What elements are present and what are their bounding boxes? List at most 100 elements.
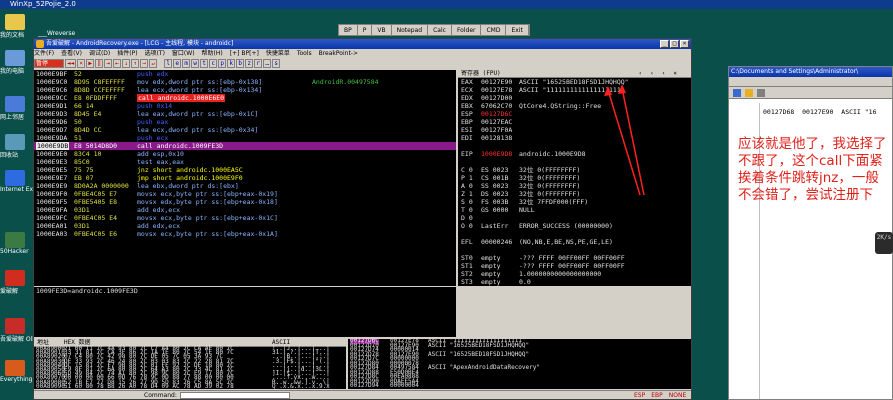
disasm-row[interactable]: 1000EA01 03D1 add edx,ecx (34, 222, 456, 230)
desktop-icon-label[interactable]: 50Hacker (0, 248, 29, 255)
menu-item[interactable]: BreakPoint-> (319, 50, 358, 57)
disasm-row[interactable]: 1000E9E9 8D0A2A 0000000 lea ebx,dword ptr … (34, 182, 456, 190)
app-icon[interactable] (5, 270, 25, 286)
toolbar-button[interactable]: ⇤ (113, 58, 122, 68)
disasm-panel[interactable]: 1000E9BF 52 push edx 1000E9C0 8D95 C8FEFFFF m… (34, 70, 456, 286)
desktop-icon-label[interactable]: 回收站 (0, 150, 18, 159)
disasm-row[interactable]: 1000E9DB E8 5014D8D0 call androidc.1009FE3… (34, 142, 456, 150)
register-row[interactable] (461, 230, 691, 238)
toolbar-button[interactable]: ‖ (95, 58, 104, 68)
disasm-row[interactable]: 1000EA03 0FBE4C05 E6 movsx ecx,byte ptr ss… (34, 230, 456, 238)
menu-item[interactable]: 帮助(H) (202, 50, 223, 57)
disasm-row[interactable]: 1000E9CC E8 0FDDFFFF call androidc.1000E6E… (34, 94, 456, 102)
register-row[interactable]: ST0 empty -??? FFFF 00FF00FF 00FF00FF (461, 254, 691, 262)
toolbar-button[interactable]: ↑ (131, 58, 140, 68)
ext-button-bp[interactable]: BP (339, 25, 358, 35)
ext-button-notepad[interactable]: Notepad (392, 25, 429, 35)
desktop-icon-label[interactable]: 网上邻居 (0, 112, 24, 121)
disasm-row[interactable]: 1000E9D3 8D45 E4 lea eax,dword ptr ss:[ebp… (34, 110, 456, 118)
ext-button-vb[interactable]: VB (372, 25, 392, 35)
toolbar-window-button[interactable]: z (245, 58, 254, 68)
desktop-icon-label[interactable]: Everything (0, 376, 32, 383)
toolbar-button[interactable]: ↵ (149, 58, 158, 68)
disasm-row[interactable]: 1000E9C6 8D8D CCFEFFFF lea ecx,dword ptr s… (34, 86, 456, 94)
search-app-icon[interactable] (5, 360, 25, 376)
ollydbg-icon[interactable] (5, 318, 25, 334)
register-row[interactable]: O 0 LastErr ERROR_SUCCESS (00000000) (461, 222, 691, 230)
toolbar-button[interactable]: → (140, 58, 149, 68)
menu-item[interactable]: 插件(P) (117, 50, 137, 57)
disasm-row[interactable]: 1000E9E5 75 75 jnz short androidc.1000EA5C (34, 166, 456, 174)
disasm-row[interactable]: 1000E9FC 0FBE4C05 E4 movsx ecx,byte ptr ss… (34, 214, 456, 222)
toolbar-window-button[interactable]: p (218, 58, 227, 68)
disasm-row[interactable]: 1000E9E3 85C0 test eax,eax (34, 158, 456, 166)
menu-item[interactable]: 查看(V) (61, 50, 82, 57)
close-icon[interactable]: × (680, 40, 689, 48)
toolbar-button[interactable]: × (77, 58, 86, 68)
menu-item[interactable]: Tools (297, 50, 312, 57)
tool-icon[interactable] (757, 89, 765, 97)
disasm-row[interactable]: 1000E9F0 0FBE4C05 E7 movsx ecx,byte ptr ss… (34, 190, 456, 198)
menu-item[interactable]: 选项(T) (145, 50, 165, 57)
desktop-icon-label[interactable]: 爱破解 (0, 286, 18, 295)
tool-icon[interactable] (733, 89, 741, 97)
toolbar-window-button[interactable]: r (254, 58, 263, 68)
toolbar-window-button[interactable]: s (272, 58, 281, 68)
network-icon[interactable] (5, 96, 25, 112)
register-row[interactable]: ST1 empty -??? FFFF 00FF00FF 00FF00FF (461, 262, 691, 270)
disasm-row[interactable]: 1000E9C0 8D95 C8FEFFFF mov edx,dword ptr s… (34, 78, 456, 86)
toolbar-button[interactable]: ◄◄ (65, 58, 77, 68)
register-row[interactable]: ST3 empty 0.0 (461, 278, 691, 286)
maximize-icon[interactable]: □ (670, 40, 679, 48)
ext-button-folder[interactable]: Folder (452, 25, 482, 35)
desktop-icon-label[interactable]: 我的文档 (0, 30, 24, 39)
ext-button-p[interactable]: P (358, 25, 373, 35)
toolbar-window-button[interactable]: c (209, 58, 218, 68)
toolbar-window-button[interactable]: b (236, 58, 245, 68)
status-toggle[interactable]: EBP (651, 392, 663, 399)
disasm-row[interactable]: 1000E9DA 51 push ecx (34, 134, 456, 142)
disasm-row[interactable]: 1000E9D1 66 14 push 0x14 (34, 102, 456, 110)
disasm-row[interactable]: 1000E9FA 03D1 add edx,ecx (34, 206, 456, 214)
status-toggle[interactable]: NONE (669, 392, 687, 399)
desktop-icon-label[interactable]: 我的电脑 (0, 66, 24, 75)
ext-button-calc[interactable]: Calc (428, 25, 452, 35)
toolbar-button[interactable]: ↓ (122, 58, 131, 68)
toolbar-window-button[interactable]: … (263, 58, 272, 68)
app-icon[interactable] (5, 232, 25, 248)
folder-icon[interactable] (5, 14, 25, 30)
disasm-row[interactable]: 1000E9E7 EB 07 jmp short androidc.1000E9F0 (34, 174, 456, 182)
tool-icon[interactable] (745, 89, 753, 97)
command-input[interactable] (180, 392, 290, 399)
disasm-row[interactable]: 1000E9E0 83C4 10 add esp,0x10 (34, 150, 456, 158)
disasm-row[interactable]: 1000E9BF 52 push edx (34, 70, 456, 78)
stack-panel[interactable]: 00127D6C 00127E78 ASCII "11111111111111111… (348, 339, 691, 389)
register-row[interactable] (461, 246, 691, 254)
menu-item[interactable]: 调试(D) (89, 50, 110, 57)
toolbar-window-button[interactable]: m (182, 58, 191, 68)
toolbar-button[interactable]: ▶ (86, 58, 95, 68)
register-row[interactable]: EFL 00000246 (NO,NB,E,BE,NS,PE,GE,LE) (461, 238, 691, 246)
toolbar-window-button[interactable]: k (227, 58, 236, 68)
minimize-icon[interactable]: _ (660, 40, 669, 48)
dump-row[interactable]: 00A89090 51 60 80 78 B8 26 A0 78 D4 09 AC… (34, 383, 346, 389)
menu-item[interactable]: 文件(F) (34, 50, 54, 57)
register-row[interactable]: D 0 (461, 214, 691, 222)
dump-panel[interactable]: 地址 HEX 数据 ASCII 00A89000 21 00 11 7C 4A 9… (34, 339, 346, 389)
toolbar-window-button[interactable]: w (191, 58, 200, 68)
disasm-row[interactable]: 1000E9F5 0FBE5405 E8 movsx edx,byte ptr ss… (34, 198, 456, 206)
menu-item[interactable]: 快捷菜单 (266, 50, 290, 57)
disasm-row[interactable]: 1000E9D7 8D4D CC lea ecx,dword ptr ss:[ebp… (34, 126, 456, 134)
recycle-bin-icon[interactable] (5, 134, 25, 150)
ext-button-exit[interactable]: Exit (506, 25, 529, 35)
register-row[interactable]: ST2 empty 1.0000000000000000000 (461, 270, 691, 278)
toolbar-window-button[interactable]: l (164, 58, 173, 68)
menu-item[interactable]: 窗口(W) (172, 50, 195, 57)
computer-icon[interactable] (5, 50, 25, 66)
toolbar-window-button[interactable]: e (173, 58, 182, 68)
stack-row[interactable]: 00127D94 00000004 (348, 383, 691, 389)
register-row[interactable]: T 0 GS 0000 NULL (461, 206, 691, 214)
ext-button-cmd[interactable]: CMD (481, 25, 507, 35)
toolbar-button[interactable]: ⇥ (104, 58, 113, 68)
status-toggle[interactable]: ESP (634, 392, 645, 399)
